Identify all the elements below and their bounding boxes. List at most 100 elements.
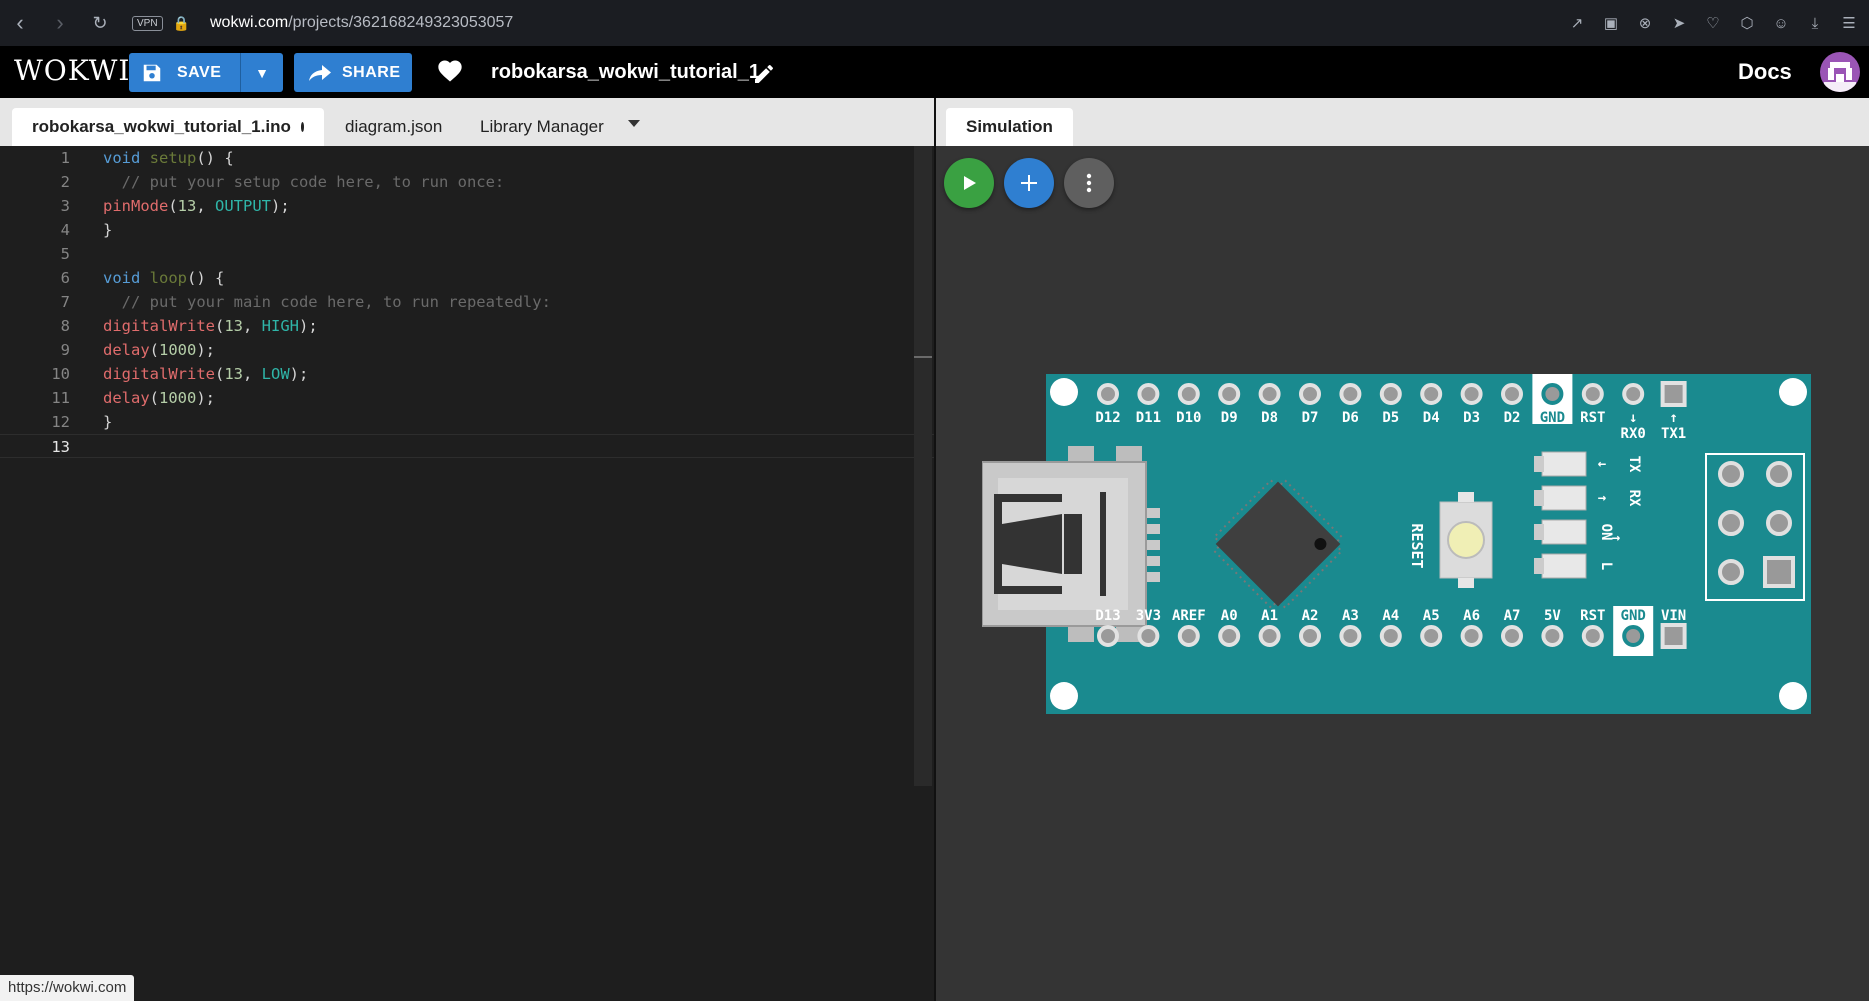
extensions-cube-icon[interactable]: ⬡ [1737, 13, 1757, 33]
pin-top-rx0[interactable] [1622, 383, 1645, 405]
pin-label-top-d5: D5 [1382, 410, 1399, 426]
pin-top-d8[interactable] [1258, 383, 1281, 405]
pin-bottom-a1[interactable] [1258, 625, 1281, 647]
tab-sketch-file[interactable]: robokarsa_wokwi_tutorial_1.ino [12, 108, 324, 146]
start-simulation-button[interactable] [944, 158, 994, 208]
heart-icon[interactable] [436, 57, 464, 85]
camera-icon[interactable]: ▣ [1601, 13, 1621, 33]
pin-top-d10[interactable] [1177, 383, 1200, 405]
pin-bottom-a0[interactable] [1218, 625, 1241, 647]
address-bar[interactable]: wokwi.com/projects/362168249323053057 [210, 14, 513, 32]
code-text: pinMode(13, OUTPUT); [103, 197, 290, 215]
pin-label-top-gnd: GND [1540, 410, 1565, 426]
back-icon[interactable]: ‹ [0, 0, 40, 46]
line-number: 11 [51, 389, 70, 407]
download-icon[interactable]: ⤓ [1805, 13, 1825, 33]
share-button[interactable]: SHARE [294, 53, 412, 92]
reset-button[interactable] [1439, 492, 1493, 588]
code-text: void loop() { [103, 269, 225, 287]
line-number: 4 [60, 221, 70, 239]
pin-label-bottom-3v3: 3V3 [1136, 608, 1161, 624]
tab-simulation[interactable]: Simulation [946, 108, 1073, 146]
pin-top-d11[interactable] [1137, 383, 1160, 405]
vpn-badge[interactable]: VPN [132, 15, 163, 31]
pin-bottom-a2[interactable] [1299, 625, 1321, 647]
pin-top-d2[interactable] [1501, 383, 1523, 405]
profile-icon[interactable]: ☺ [1771, 13, 1791, 33]
pin-top-d6[interactable] [1339, 383, 1362, 405]
pin-top-rst[interactable] [1581, 383, 1604, 405]
forward-icon[interactable]: › [40, 0, 80, 46]
send-icon[interactable]: ➤ [1669, 13, 1689, 33]
pin-direction-arrow-icon: ↑ [1669, 410, 1677, 426]
pin-top-tx1[interactable] [1660, 381, 1687, 407]
line-number: 3 [60, 197, 70, 215]
pin-label-bottom-gnd: GND [1621, 608, 1646, 624]
code-text: delay(1000); [103, 389, 216, 407]
line-number: 12 [51, 413, 70, 431]
pin-bottom-a4[interactable] [1379, 625, 1402, 647]
chevron-down-icon: ▼ [255, 64, 269, 81]
pin-bottom-a6[interactable] [1460, 625, 1483, 647]
pin-bottom-a3[interactable] [1339, 625, 1362, 647]
lock-icon[interactable]: 🔒 [173, 15, 190, 32]
docs-link[interactable]: Docs [1738, 59, 1792, 85]
tabs-menu-caret-icon[interactable] [628, 120, 640, 127]
settings-sliders-icon[interactable]: ☰ [1839, 13, 1859, 33]
pin-top-d9[interactable] [1218, 383, 1241, 405]
pin-bottom-3v3[interactable] [1137, 625, 1160, 647]
pin-bottom-rst[interactable] [1581, 625, 1604, 647]
project-title[interactable]: robokarsa_wokwi_tutorial_1 [491, 61, 760, 84]
save-button[interactable]: SAVE ▼ [129, 53, 283, 92]
pin-bottom-a5[interactable] [1420, 625, 1443, 647]
browser-tools: ↗ ▣ ⊗ ➤ ♡ ⬡ ☺ ⤓ ☰ [1567, 0, 1859, 46]
pin-bottom-gnd[interactable] [1622, 625, 1645, 647]
pin-label-top-d8: D8 [1261, 410, 1278, 426]
pin-label-top-d2: D2 [1504, 410, 1521, 426]
reload-icon[interactable]: ↻ [80, 0, 120, 46]
save-main[interactable]: SAVE [129, 53, 241, 92]
pin-bottom-5v[interactable] [1541, 625, 1564, 647]
tab-diagram-json[interactable]: diagram.json [325, 108, 462, 146]
pin-top-gnd[interactable] [1541, 383, 1564, 405]
save-label: SAVE [177, 63, 222, 81]
add-part-button[interactable] [1004, 158, 1054, 208]
pin-label-top-d3: D3 [1463, 410, 1480, 426]
line-number: 5 [60, 245, 70, 263]
arduino-nano-board[interactable]: RESET ← → → TX RX ON L D12 D11 D10 D9 D8 D [982, 374, 1811, 714]
user-avatar[interactable] [1820, 52, 1860, 92]
pin-top-d12[interactable] [1097, 383, 1119, 405]
pin-bottom-aref[interactable] [1177, 625, 1200, 647]
pin-top-d4[interactable] [1420, 383, 1443, 405]
editor-scrollbar[interactable] [914, 146, 932, 786]
tab-library-manager[interactable]: Library Manager [460, 108, 624, 146]
pin-bottom-a7[interactable] [1501, 625, 1523, 647]
code-editor[interactable]: 1 void setup() { 2 // put your setup code… [0, 146, 934, 1001]
favorites-icon[interactable]: ♡ [1703, 13, 1723, 33]
share-page-icon[interactable]: ↗ [1567, 13, 1587, 33]
pin-top-d7[interactable] [1299, 383, 1321, 405]
simulation-canvas[interactable]: RESET ← → → TX RX ON L D12 D11 D10 D9 D8 D [936, 146, 1869, 1001]
pin-top-d3[interactable] [1460, 383, 1483, 405]
url-path: /projects/362168249323053057 [288, 14, 514, 31]
led-label-l: L [1598, 562, 1614, 570]
code-line: 6 void loop() { [0, 266, 934, 290]
save-dropdown-button[interactable]: ▼ [241, 65, 283, 81]
pin-bottom-vin[interactable] [1660, 623, 1687, 649]
url-host: wokwi.com [210, 14, 289, 31]
tab-label: robokarsa_wokwi_tutorial_1.ino [32, 117, 291, 136]
pin-bottom-d13[interactable] [1097, 625, 1119, 647]
led-label-tx: TX [1626, 456, 1642, 473]
adblock-icon[interactable]: ⊗ [1635, 13, 1655, 33]
more-options-button[interactable] [1064, 158, 1114, 208]
code-line: 4} [0, 218, 934, 242]
pencil-edit-icon[interactable] [752, 62, 776, 86]
pin-label-bottom-a5: A5 [1423, 608, 1440, 624]
wokwi-logo[interactable]: WOKWI [14, 54, 131, 87]
code-line: 5 [0, 242, 934, 266]
pin-label-top-tx1: TX1 [1661, 426, 1686, 442]
tab-label: Library Manager [480, 117, 604, 136]
code-line: 9 delay(1000); [0, 338, 934, 362]
pin-top-d5[interactable] [1379, 383, 1402, 405]
app-header: WOKWI SAVE ▼ SHARE robokarsa_wokwi_tutor… [0, 46, 1869, 98]
